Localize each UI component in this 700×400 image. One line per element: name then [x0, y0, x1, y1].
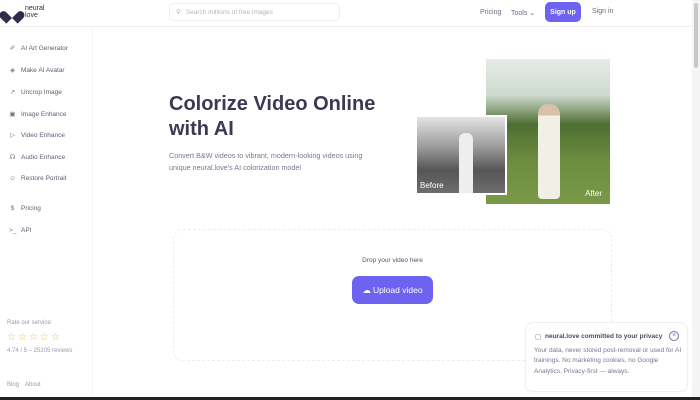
- sidebar-item-api[interactable]: >_ API: [9, 227, 31, 234]
- globe-icon: ◈: [10, 67, 15, 74]
- rate-label: Rate our service:: [7, 320, 53, 326]
- search-icon: ⚲: [176, 9, 181, 16]
- sidebar-item-ai-art-generator[interactable]: ✐ AI Art Generator: [9, 44, 68, 53]
- before-image: Before: [415, 115, 507, 195]
- dollar-icon: $: [10, 205, 15, 212]
- sidebar-item-audio-enhance[interactable]: ☊ Audio Enhance: [9, 153, 66, 162]
- top-bar: neurallove ⚲ Pricing Tools ⌄ Sign up Sig…: [0, 0, 692, 27]
- face-icon: ☺: [9, 175, 16, 182]
- privacy-body: Your data, never stored post-removal or …: [534, 347, 682, 375]
- page-title: Colorize Video Online with AI: [169, 93, 376, 140]
- sidebar-item-restore-portrait[interactable]: ☺ Restore Portrait: [9, 175, 67, 182]
- cloud-upload-icon: ☁: [362, 284, 371, 295]
- sidebar-item-image-enhance[interactable]: ▣ Image Enhance: [9, 110, 67, 119]
- sidebar-item-label: Uncrop Image: [21, 88, 62, 96]
- sidebar-item-label: Video Enhance: [21, 131, 65, 139]
- sidebar-item-make-ai-avatar[interactable]: ◈ Make AI Avatar: [9, 66, 65, 75]
- privacy-notice: neural.love committed to your privacy Yo…: [525, 322, 688, 392]
- drop-text: Drop your video here: [362, 257, 423, 264]
- nav-tools[interactable]: Tools ⌄: [511, 9, 535, 17]
- heart-logo-icon: [7, 6, 21, 19]
- sidebar-item-label: Restore Portrait: [21, 175, 67, 182]
- chevron-down-icon: ⌄: [529, 10, 536, 17]
- shield-icon: [535, 333, 541, 340]
- sidebar-item-uncrop-image[interactable]: ↗ Uncrop Image: [9, 88, 62, 97]
- terminal-icon: >_: [9, 227, 17, 234]
- signup-button[interactable]: Sign up: [545, 2, 581, 22]
- tools-label: Tools: [511, 10, 528, 17]
- about-link[interactable]: About: [25, 382, 41, 388]
- sidebar-item-label: Audio Enhance: [21, 153, 66, 161]
- star-icon[interactable]: ☆: [7, 332, 16, 343]
- star-icon[interactable]: ☆: [40, 332, 49, 343]
- image-icon: ▣: [9, 111, 16, 118]
- before-label: Before: [420, 181, 444, 190]
- upload-label: Upload video: [372, 285, 423, 295]
- blog-link[interactable]: Blog: [7, 382, 19, 388]
- star-icon[interactable]: ☆: [51, 332, 60, 343]
- play-icon: ▷: [10, 132, 15, 139]
- privacy-title: neural.love committed to your privacy: [545, 333, 663, 340]
- headphones-icon: ☊: [9, 154, 16, 161]
- after-label: After: [585, 189, 602, 198]
- signin-link[interactable]: Sign in: [592, 8, 613, 15]
- search-box[interactable]: ⚲: [169, 3, 340, 21]
- sidebar-item-label: Make AI Avatar: [21, 66, 65, 74]
- sidebar-item-video-enhance[interactable]: ▷ Video Enhance: [9, 131, 65, 140]
- logo[interactable]: neural love: [7, 5, 44, 19]
- brush-icon: ✐: [9, 45, 16, 52]
- nav-pricing[interactable]: Pricing: [480, 9, 501, 16]
- sidebar-item-label: AI Art Generator: [21, 44, 68, 52]
- upload-video-button[interactable]: ☁ Upload video: [352, 276, 433, 304]
- sidebar-item-label: Pricing: [21, 205, 41, 212]
- scrollbar-thumb[interactable]: [694, 3, 698, 68]
- sidebar-item-label: API: [21, 227, 32, 234]
- page-subtitle: Convert B&W videos to vibrant, modern-lo…: [169, 151, 363, 172]
- logo-text-1: neural: [25, 5, 45, 12]
- search-input[interactable]: [185, 8, 326, 16]
- close-icon[interactable]: ×: [669, 331, 679, 341]
- scrollbar[interactable]: [692, 0, 700, 400]
- star-rating[interactable]: ☆ ☆ ☆ ☆ ☆: [7, 332, 60, 343]
- sidebar: ✐ AI Art Generator ◈ Make AI Avatar ↗ Uncro…: [0, 28, 93, 400]
- expand-icon: ↗: [9, 89, 16, 96]
- sidebar-item-label: Image Enhance: [21, 110, 67, 118]
- reviews-summary: 4.74 / 5 – 25205 reviews: [7, 348, 73, 354]
- star-icon[interactable]: ☆: [18, 332, 27, 343]
- star-icon[interactable]: ☆: [29, 332, 38, 343]
- sidebar-item-pricing[interactable]: $ Pricing: [9, 205, 41, 212]
- logo-text-2: love: [25, 12, 38, 19]
